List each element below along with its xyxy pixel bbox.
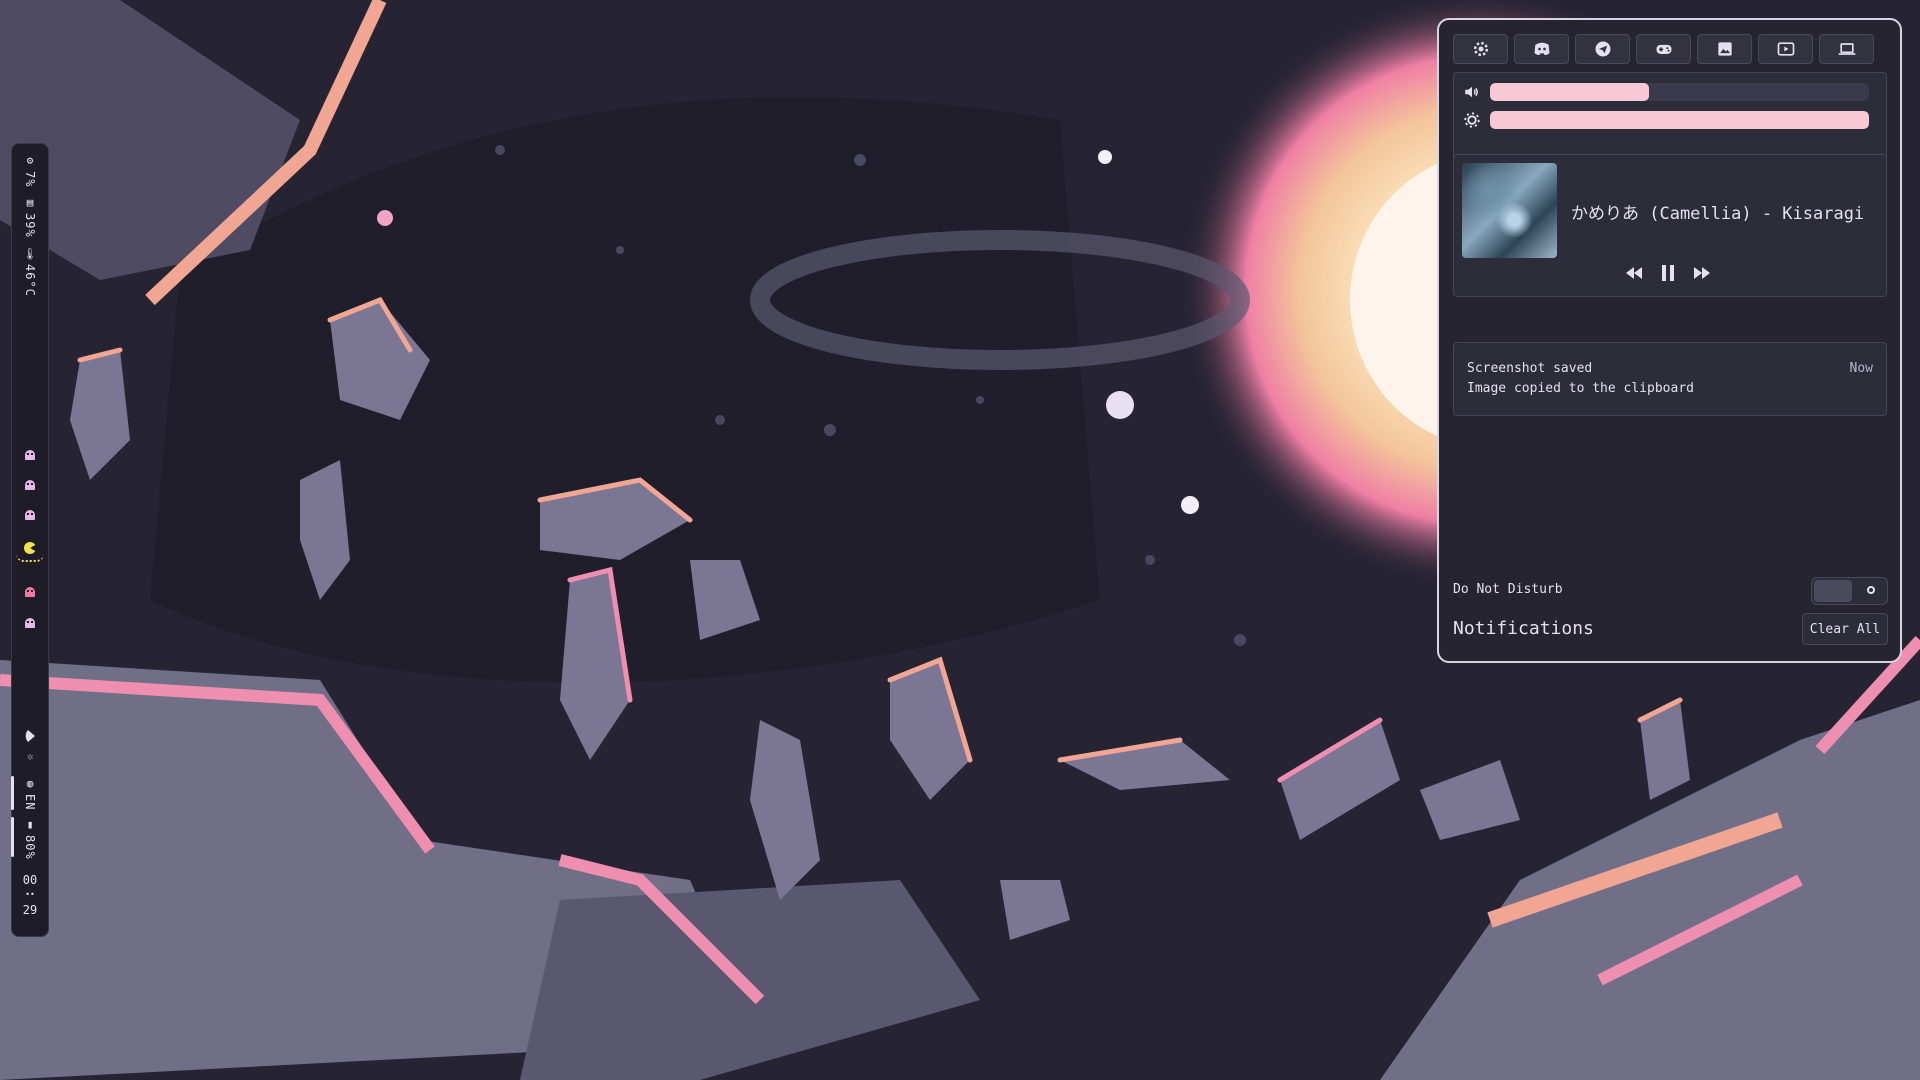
sliders-card (1453, 72, 1887, 162)
previous-button[interactable] (1624, 263, 1644, 283)
pause-icon (1662, 265, 1674, 281)
gamepad-button[interactable] (1636, 34, 1691, 64)
memory-icon: ▤ (23, 196, 37, 210)
control-center: かめりあ (Camellia) - Kisaragi Screenshot sa… (1437, 18, 1902, 663)
wifi-indicator[interactable] (23, 730, 37, 742)
media-player-card: かめりあ (Camellia) - Kisaragi (1453, 154, 1887, 297)
globe-icon: ◍ (23, 777, 37, 791)
settings-icon (1473, 41, 1488, 57)
workspace-4-active[interactable] (24, 542, 36, 554)
clock-minute: 29 (22, 903, 38, 917)
dnd-toggle-off-indicator (1867, 586, 1875, 594)
memory-value: 39% (23, 213, 37, 238)
language-indicator[interactable]: ◍ EN (23, 777, 37, 810)
pacman-icon (24, 542, 36, 554)
dnd-toggle-knob (1814, 580, 1852, 602)
brightness-fill (1490, 111, 1869, 129)
active-workspace-indicator (16, 554, 44, 562)
image-icon (1717, 42, 1732, 56)
volume-row (1454, 79, 1886, 105)
discord-icon (1534, 42, 1549, 56)
workspace-6[interactable] (24, 618, 36, 630)
notification-time: Now (1849, 361, 1873, 376)
clock-hour: 00 (22, 873, 38, 887)
ghost-icon (25, 510, 35, 520)
workspace-2[interactable] (24, 480, 36, 492)
gamepad-icon (1656, 44, 1671, 54)
settings-button[interactable] (1453, 34, 1508, 64)
workspace-1[interactable] (24, 450, 36, 462)
brightness-row (1454, 107, 1886, 133)
status-bar: ⚙ 7% ▤ 39% 🌡 46°C ✲ ◍ EN ▮ 80% 00 •• 29 (11, 143, 49, 937)
next-icon (1694, 267, 1710, 279)
bluetooth-indicator[interactable]: ✲ (24, 750, 37, 764)
workspace-3[interactable] (24, 510, 36, 522)
notification-body: Image copied to the clipboard (1467, 381, 1694, 396)
clock[interactable]: 00 •• 29 (12, 872, 48, 918)
image-viewer-button[interactable] (1697, 34, 1752, 64)
discord-button[interactable] (1514, 34, 1569, 64)
cpu-indicator[interactable]: ⚙ 7% (23, 154, 37, 187)
quick-launch-row (1453, 34, 1874, 64)
pause-button[interactable] (1658, 263, 1678, 283)
next-button[interactable] (1692, 263, 1712, 283)
temperature-indicator[interactable]: 🌡 46°C (23, 246, 37, 297)
clock-separator: •• (25, 890, 35, 899)
volume-icon[interactable] (1463, 83, 1481, 101)
battery-icon: ▮ (23, 818, 37, 832)
ghost-icon (25, 618, 35, 628)
thermometer-icon: 🌡 (23, 246, 37, 261)
language-active-marker (11, 776, 14, 810)
video-icon (1777, 42, 1794, 56)
telegram-button[interactable] (1575, 34, 1630, 64)
battery-active-marker (11, 817, 14, 857)
volume-slider[interactable] (1490, 83, 1869, 101)
workspace-5[interactable] (24, 587, 36, 599)
temperature-value: 46°C (23, 263, 37, 297)
previous-icon (1626, 267, 1642, 279)
wifi-icon (25, 730, 35, 742)
video-player-button[interactable] (1758, 34, 1813, 64)
dnd-toggle[interactable] (1811, 577, 1888, 605)
clear-all-button[interactable]: Clear All (1802, 613, 1888, 645)
battery-indicator[interactable]: ▮ 80% (23, 818, 37, 860)
display-button[interactable] (1819, 34, 1874, 64)
track-title: かめりあ (Camellia) - Kisaragi (1571, 204, 1865, 224)
ghost-icon (25, 480, 35, 490)
cpu-icon: ⚙ (23, 154, 37, 168)
battery-value: 80% (23, 835, 37, 860)
media-controls (1624, 263, 1712, 283)
bluetooth-icon: ✲ (23, 750, 37, 764)
memory-indicator[interactable]: ▤ 39% (23, 196, 37, 238)
cpu-value: 7% (23, 171, 37, 188)
brightness-icon[interactable] (1463, 111, 1481, 129)
notification-title: Screenshot saved (1467, 361, 1593, 376)
dnd-label: Do Not Disturb (1453, 582, 1563, 597)
notifications-heading: Notifications (1453, 618, 1594, 639)
album-cover (1462, 163, 1557, 258)
language-value: EN (23, 794, 37, 811)
laptop-icon (1838, 43, 1855, 55)
telegram-icon (1595, 41, 1610, 57)
volume-fill (1490, 83, 1650, 101)
ghost-icon (25, 587, 35, 597)
brightness-slider[interactable] (1490, 111, 1869, 129)
notification-card[interactable]: Screenshot saved Image copied to the cli… (1453, 342, 1887, 416)
ghost-icon (25, 450, 35, 460)
